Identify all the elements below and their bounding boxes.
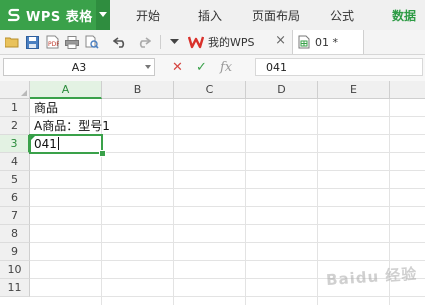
open-folder-icon[interactable] — [4, 34, 20, 50]
wps-logo-icon — [188, 36, 204, 49]
quick-access-toolbar: PDF 我的WPS × 01 * — [0, 30, 425, 55]
save-icon[interactable] — [24, 34, 40, 50]
row-header-7[interactable]: 7 — [0, 207, 30, 225]
spreadsheet-doc-icon — [298, 35, 310, 49]
cell-a2[interactable]: A商品：型号1 — [30, 117, 110, 135]
select-all-corner[interactable] — [0, 81, 30, 99]
row-header-3[interactable]: 3 — [0, 135, 30, 153]
menu-insert[interactable]: 插入 — [198, 0, 222, 30]
cancel-edit-icon[interactable]: ✕ — [172, 59, 183, 77]
print-icon[interactable] — [64, 34, 80, 50]
row-header-5[interactable]: 5 — [0, 171, 30, 189]
menu-formulas[interactable]: 公式 — [330, 0, 354, 30]
active-cell-selection — [29, 134, 103, 154]
name-box[interactable]: A3 — [3, 58, 155, 76]
print-preview-icon[interactable] — [84, 34, 100, 50]
app-title: WPS 表格 — [26, 9, 93, 25]
column-header-b[interactable]: B — [102, 81, 174, 99]
tab-my-wps[interactable]: 我的WPS × — [186, 30, 290, 54]
row-header-10[interactable]: 10 — [0, 261, 30, 279]
column-header-d[interactable]: D — [246, 81, 318, 99]
tab-label: 我的WPS — [208, 36, 255, 49]
row-header-11[interactable]: 11 — [0, 279, 30, 297]
app-menu-button[interactable]: WPS 表格 — [0, 0, 110, 30]
svg-text:PDF: PDF — [48, 41, 59, 48]
row-header-2[interactable]: 2 — [0, 117, 30, 135]
chevron-down-icon[interactable] — [96, 0, 110, 30]
redo-icon[interactable] — [136, 34, 152, 50]
row-header-1[interactable]: 1 — [0, 99, 30, 117]
row-header-4[interactable]: 4 — [0, 153, 30, 171]
menu-home[interactable]: 开始 — [136, 0, 160, 30]
undo-icon[interactable] — [112, 34, 128, 50]
toolbar-divider — [160, 35, 161, 49]
confirm-edit-icon[interactable]: ✓ — [196, 59, 207, 77]
row-header-6[interactable]: 6 — [0, 189, 30, 207]
row-header-9[interactable]: 9 — [0, 243, 30, 261]
row-header-8[interactable]: 8 — [0, 225, 30, 243]
cell-a1[interactable]: 商品 — [30, 99, 58, 117]
spreadsheet-grid: A B C D E 1 2 3 4 5 6 7 8 9 10 11 商品 A商品… — [0, 81, 425, 305]
menu-data[interactable]: 数据 — [392, 0, 416, 30]
column-header-e[interactable]: E — [318, 81, 390, 99]
insert-function-button[interactable]: fx — [220, 59, 232, 77]
menu-bar: WPS 表格 开始 插入 页面布局 公式 数据 — [0, 0, 425, 30]
tab-document-01[interactable]: 01 * — [292, 30, 364, 54]
fill-handle[interactable] — [99, 150, 106, 157]
menu-page-layout[interactable]: 页面布局 — [252, 0, 300, 30]
wps-s-logo-icon — [7, 8, 20, 22]
name-box-value: A3 — [71, 61, 87, 74]
column-header-a[interactable]: A — [30, 81, 102, 99]
column-header-f-partial[interactable] — [390, 81, 425, 99]
tab-close-icon[interactable]: × — [275, 34, 286, 48]
more-dropdown-icon[interactable] — [166, 34, 182, 50]
chevron-down-icon[interactable] — [145, 65, 151, 69]
formula-bar: A3 ✕ ✓ fx 041 — [0, 55, 425, 82]
formula-input[interactable]: 041 — [255, 58, 423, 76]
export-pdf-icon[interactable]: PDF — [44, 34, 60, 50]
column-header-c[interactable]: C — [174, 81, 246, 99]
tab-label: 01 * — [315, 35, 338, 49]
